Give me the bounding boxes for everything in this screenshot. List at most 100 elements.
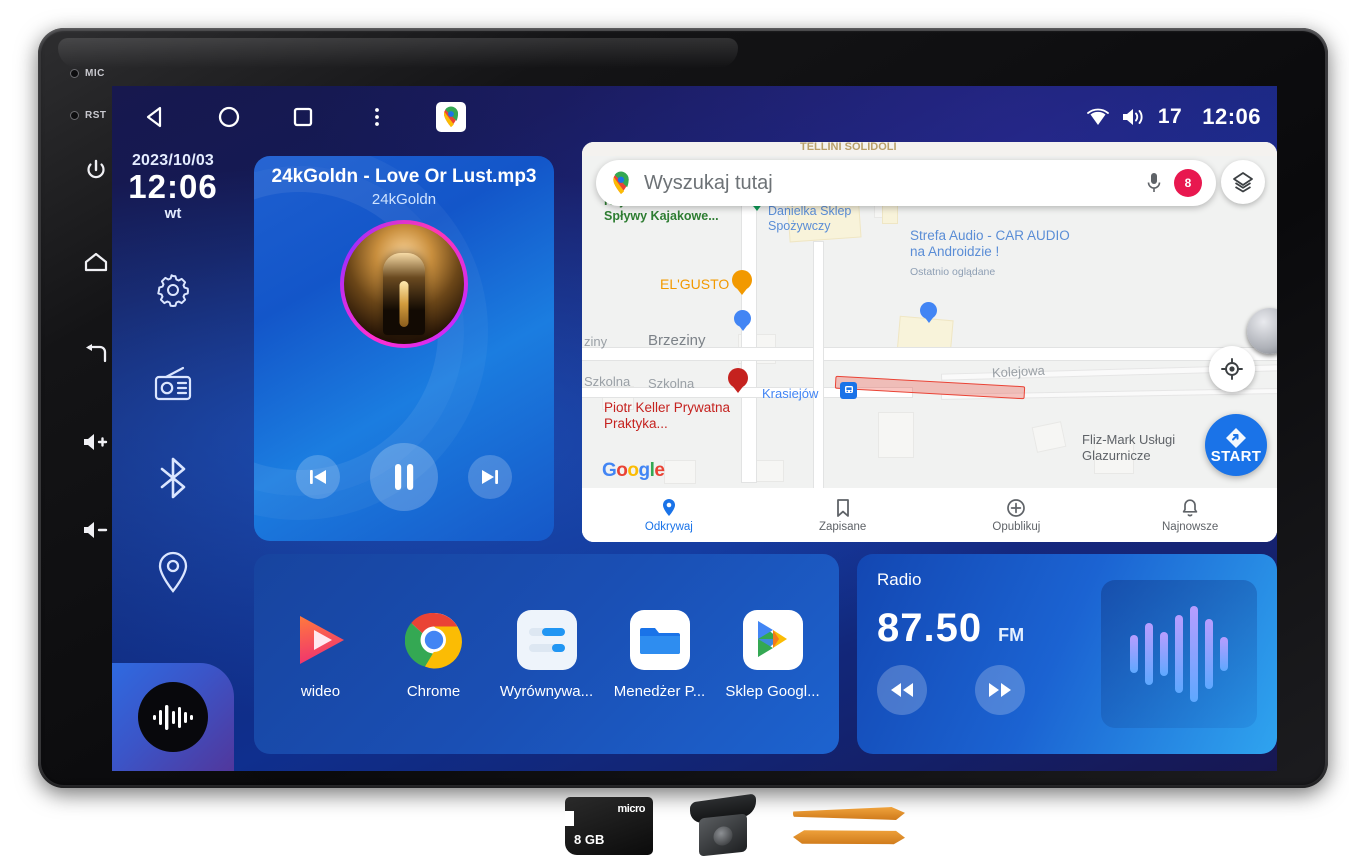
visualizer-bar [1190, 606, 1198, 702]
map-nav-explore[interactable]: Odkrywaj [582, 498, 756, 533]
map-nav-saved[interactable]: Zapisane [756, 498, 930, 533]
nav-more-button[interactable] [362, 102, 392, 132]
radio-visualizer [1101, 580, 1257, 728]
app-chrome[interactable]: Chrome [382, 609, 486, 700]
camera-body [699, 813, 747, 857]
map-street-label: Szkolna [584, 374, 631, 389]
app-label: wideo [300, 682, 341, 700]
avatar[interactable]: 8 [1174, 169, 1202, 197]
visualizer-bar [1220, 637, 1228, 671]
album-art-figure [383, 252, 425, 335]
pause-icon [395, 464, 414, 490]
visualizer-bar [1205, 619, 1213, 689]
map-street-label: Kolejowa [991, 362, 1046, 381]
train-icon [844, 386, 853, 393]
touchscreen[interactable]: 17 12:06 2023/10/03 12:06 wt 24kGoldn - … [112, 86, 1277, 771]
folder-icon [629, 609, 690, 670]
nav-back-button[interactable] [140, 102, 170, 132]
map-nav-contribute[interactable]: Opublikuj [930, 498, 1104, 533]
app-wideo[interactable]: wideo [269, 609, 373, 700]
radio-band: FM [998, 625, 1025, 645]
wifi-icon [1086, 108, 1109, 125]
map-recenter-button[interactable] [1209, 346, 1255, 392]
reset-hole-icon[interactable] [70, 111, 79, 120]
microsd-card: micro 8 GB [565, 797, 653, 855]
nav-home-button[interactable] [214, 102, 244, 132]
mic-hole-icon [70, 69, 79, 78]
rear-camera [686, 793, 760, 857]
sidebar-music-panel[interactable] [112, 663, 234, 771]
media-previous-button[interactable] [296, 455, 340, 499]
map-pin-doctor[interactable] [728, 368, 748, 394]
map-start-navigation-button[interactable]: START [1205, 414, 1267, 476]
status-bar: 17 12:06 [112, 86, 1277, 148]
power-icon [87, 159, 105, 179]
volume-down-icon [84, 522, 108, 538]
map-poi-label[interactable]: Strefa Audio - CAR AUDIO na Androidzie ! [910, 228, 1080, 261]
map-poi-label[interactable]: Danielka Sklep Spożywczy [768, 204, 878, 235]
bluetooth-icon [160, 457, 186, 498]
circle-home-icon [218, 106, 240, 128]
nav-recents-button[interactable] [288, 102, 318, 132]
sidebar-item-navigation[interactable] [147, 546, 199, 598]
bezel-gloss [58, 38, 738, 68]
google-maps-pin-icon [613, 171, 629, 194]
sidebar-time: 12:06 [128, 168, 218, 205]
map-search-input[interactable]: Wyszukaj tutaj [644, 172, 1134, 195]
visualizer-bar [1145, 623, 1153, 685]
map-transit-icon[interactable] [840, 382, 857, 399]
equalizer-icon [516, 609, 577, 670]
map-poi-label[interactable]: Fliz-Mark Usługi Glazurnicze [1082, 432, 1212, 464]
location-pin-icon [158, 551, 188, 593]
app-play-store[interactable]: Sklep Googl... [721, 609, 825, 700]
media-artist: 24kGoldn [371, 191, 437, 208]
map-poi-label[interactable]: EL'GUSTO [660, 276, 729, 293]
bell-icon [1182, 498, 1198, 516]
map-bottom-nav: Odkrywaj Zapisane Opublikuj Najnowsze [582, 488, 1277, 542]
app-icon [629, 609, 691, 671]
sidebar-weekday: wt [164, 204, 182, 222]
map-start-label: START [1210, 447, 1262, 465]
app-file-manager[interactable]: Menedżer P... [608, 609, 712, 700]
sidebar-item-bluetooth[interactable] [147, 452, 199, 504]
map-street-label: ziny [584, 334, 608, 349]
map-poi-label[interactable]: Piotr Keller Prywatna Praktyka... [604, 400, 754, 433]
sidebar-item-radio[interactable] [147, 358, 199, 410]
map-nav-updates[interactable]: Najnowsze [1103, 498, 1277, 533]
map-pin-blue[interactable] [734, 310, 751, 333]
app-label: Wyrównywa... [499, 682, 594, 700]
radio-frequency: 87.50 [877, 606, 983, 650]
microphone-icon[interactable] [1146, 171, 1162, 195]
google-maps-card[interactable]: ziny Brzeziny Szkolna Szkolna Kolejowa K… [582, 142, 1277, 542]
map-pin-restaurant[interactable] [732, 270, 752, 296]
triangle-back-icon [146, 106, 162, 128]
map-road-vertical [814, 242, 823, 488]
visualizer-bar [1160, 632, 1168, 676]
media-pause-button[interactable] [370, 443, 438, 511]
media-track-title: 24kGoldn - Love Or Lust.mp3 [271, 166, 537, 187]
map-place-label[interactable]: Krasiejów [762, 386, 818, 402]
map-pin-store[interactable] [920, 302, 937, 325]
bundled-accessories: micro 8 GB [565, 793, 905, 857]
left-sidebar: 2023/10/03 12:06 wt [112, 148, 234, 771]
radio-widget[interactable]: Radio 87.50 FM [857, 554, 1277, 754]
reset-label: RST [85, 110, 107, 121]
map-search-bar[interactable]: Wyszukaj tutaj 8 [596, 160, 1216, 206]
reset-indicator[interactable]: RST [70, 110, 107, 121]
media-next-button[interactable] [468, 455, 512, 499]
media-player-card[interactable]: 24kGoldn - Love Or Lust.mp3 24kGoldn [254, 156, 554, 541]
app-equalizer[interactable]: Wyrównywa... [495, 609, 599, 700]
mic-label: MIC [85, 68, 105, 79]
android-nav-buttons [140, 102, 466, 132]
map-layers-button[interactable] [1221, 160, 1265, 204]
google-maps-shortcut[interactable] [436, 102, 466, 132]
map-block [664, 460, 696, 484]
radio-next-button[interactable] [975, 665, 1025, 715]
map-nav-label: Zapisane [818, 520, 867, 533]
radio-prev-button[interactable] [877, 665, 927, 715]
sidebar-item-settings[interactable] [147, 264, 199, 316]
bookmark-icon [836, 498, 849, 517]
sidebar-music-button[interactable] [138, 682, 208, 752]
head-unit-device: MIC RST 17 12:06 2023/10/03 12:06 wt 24k… [38, 28, 1328, 788]
visualizer-bar [1130, 635, 1138, 673]
